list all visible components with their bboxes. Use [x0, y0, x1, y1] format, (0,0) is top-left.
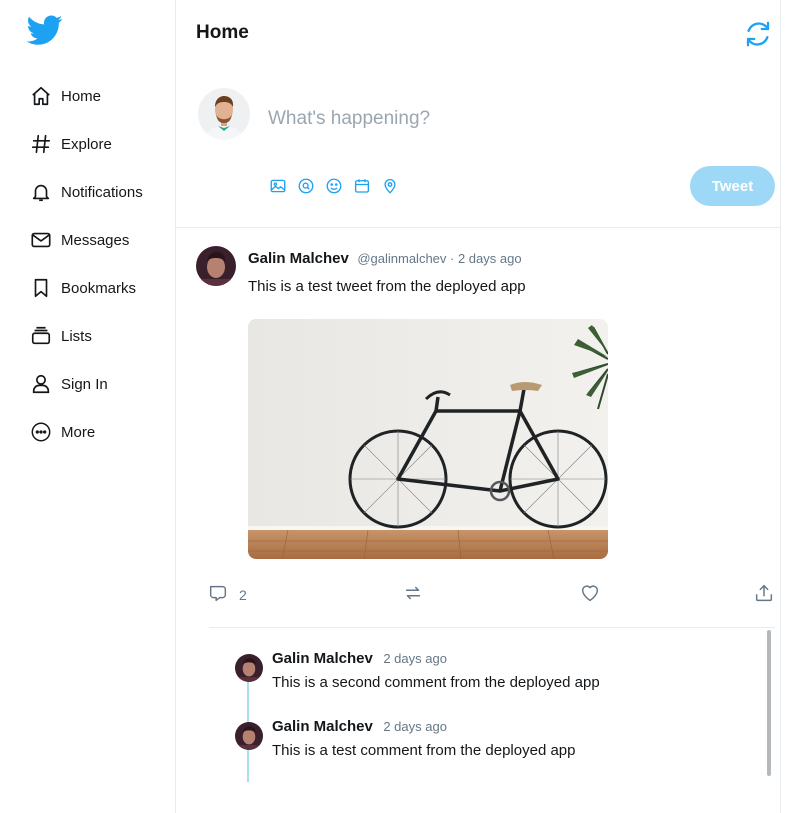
share-icon — [753, 582, 775, 609]
nav-item-explore[interactable]: Explore — [30, 120, 143, 168]
comment-text: This is a test comment from the deployed… — [272, 742, 576, 759]
comment-time: 2 days ago — [383, 719, 447, 734]
nav-item-home[interactable]: Home — [30, 72, 143, 120]
emoji-icon[interactable] — [324, 176, 344, 196]
comment-time: 2 days ago — [383, 651, 447, 666]
avatar[interactable] — [196, 246, 236, 286]
nav-label-bookmarks: Bookmarks — [61, 279, 137, 297]
comment-author-name[interactable]: Galin Malchev — [272, 718, 373, 735]
nav-label-messages: Messages — [61, 231, 130, 249]
nav-item-lists[interactable]: Lists — [30, 312, 143, 360]
tweet-header: Galin Malchev @galinmalchev · 2 days ago — [248, 250, 522, 268]
nav-item-notifications[interactable]: Notifications — [30, 168, 143, 216]
avatar[interactable] — [235, 654, 263, 682]
comment[interactable]: Galin Malchev 2 days ago This is a secon… — [209, 630, 769, 691]
tweet-image[interactable] — [248, 319, 608, 559]
nav-item-more[interactable]: More — [30, 408, 143, 456]
nav-label-lists: Lists — [61, 327, 92, 345]
reply-icon — [207, 582, 229, 609]
tweet-author-name[interactable]: Galin Malchev — [248, 250, 349, 267]
reply-button[interactable]: 2 — [207, 582, 247, 608]
tweet-meta: @galinmalchev · 2 days ago — [357, 251, 522, 266]
nav-label-notifications: Notifications — [61, 183, 143, 201]
retweet-icon — [402, 582, 424, 609]
compose-input[interactable] — [268, 104, 748, 134]
gif-search-icon[interactable] — [296, 176, 316, 196]
calendar-icon[interactable] — [352, 176, 372, 196]
main-timeline: Home What's happening? Tweet Galin Malch… — [175, 0, 781, 813]
refresh-icon[interactable] — [743, 19, 773, 49]
primary-nav: Home Explore Notifications Messages Book… — [30, 72, 143, 456]
sidebar: Home Explore Notifications Messages Book… — [0, 0, 175, 813]
more-circle-icon — [30, 421, 52, 443]
compose-box: Tweet — [176, 66, 780, 228]
bell-icon — [30, 181, 52, 203]
comment-text: This is a second comment from the deploy… — [272, 674, 600, 691]
page-header: Home — [176, 0, 780, 66]
user-icon — [30, 373, 52, 395]
tweet-actions: 2 — [176, 582, 780, 610]
heart-icon — [579, 582, 601, 609]
nav-item-bookmarks[interactable]: Bookmarks — [30, 264, 143, 312]
avatar[interactable] — [198, 88, 250, 140]
nav-label-sign-in: Sign In — [61, 375, 108, 393]
envelope-icon — [30, 229, 52, 251]
compose-toolbar — [268, 176, 408, 196]
reply-count: 2 — [239, 587, 247, 603]
bookmark-icon — [30, 277, 52, 299]
comment-header: Galin Malchev 2 days ago — [272, 718, 447, 736]
home-icon — [30, 85, 52, 107]
tweet-button[interactable]: Tweet — [690, 166, 775, 206]
avatar[interactable] — [235, 722, 263, 750]
comment-author-name[interactable]: Galin Malchev — [272, 650, 373, 667]
page-title: Home — [196, 22, 249, 43]
lists-icon — [30, 325, 52, 347]
nav-label-more: More — [61, 423, 96, 441]
comment-header: Galin Malchev 2 days ago — [272, 650, 447, 668]
retweet-button[interactable] — [402, 582, 424, 608]
comment[interactable]: Galin Malchev 2 days ago This is a test … — [209, 698, 769, 759]
twitter-bird-icon[interactable] — [24, 12, 66, 48]
location-icon[interactable] — [380, 176, 400, 196]
like-button[interactable] — [579, 582, 601, 608]
comments-thread: Galin Malchev 2 days ago This is a secon… — [209, 630, 775, 782]
image-icon[interactable] — [268, 176, 288, 196]
nav-label-explore: Explore — [61, 135, 112, 153]
nav-label-home: Home — [61, 87, 102, 105]
tweet-text: This is a test tweet from the deployed a… — [248, 278, 526, 295]
nav-item-sign-in[interactable]: Sign In — [30, 360, 143, 408]
share-button[interactable] — [753, 582, 775, 608]
hashtag-icon — [30, 133, 52, 155]
nav-item-messages[interactable]: Messages — [30, 216, 143, 264]
divider — [209, 627, 775, 628]
